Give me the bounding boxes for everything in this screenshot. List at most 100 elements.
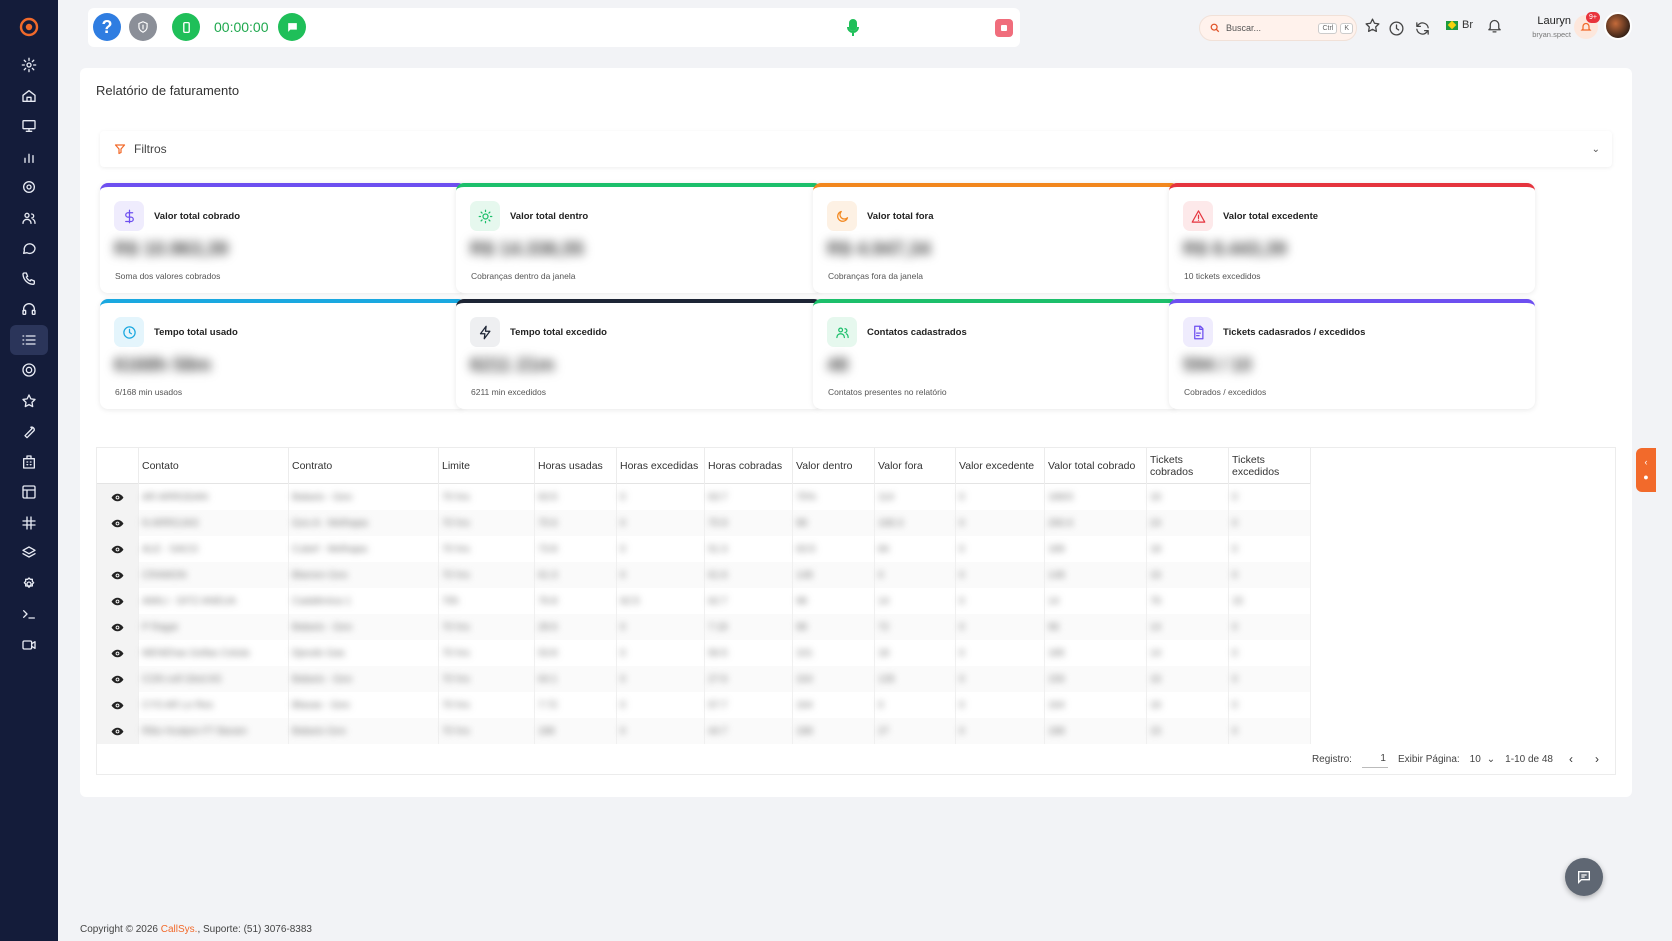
- star-icon[interactable]: [1363, 16, 1381, 34]
- building-icon[interactable]: [10, 447, 48, 477]
- stat-label: Valor total excedente: [1223, 211, 1319, 222]
- team-icon[interactable]: [10, 203, 48, 233]
- per-page-select[interactable]: 10 ⌄: [1470, 754, 1496, 765]
- layout-icon[interactable]: [10, 477, 48, 507]
- view-row-button[interactable]: [97, 484, 139, 510]
- shortcut-k: K: [1340, 22, 1353, 34]
- refresh-icon[interactable]: [1413, 19, 1431, 37]
- view-row-button[interactable]: [97, 562, 139, 588]
- view-row-button[interactable]: [97, 692, 139, 718]
- chat-button[interactable]: [278, 13, 306, 41]
- column-header[interactable]: Valor dentro: [793, 448, 875, 484]
- view-row-button[interactable]: [97, 614, 139, 640]
- column-header[interactable]: Contato: [139, 448, 289, 484]
- side-panel-toggle[interactable]: ‹ ●: [1636, 448, 1656, 492]
- cog-icon[interactable]: [10, 355, 48, 385]
- hash-icon[interactable]: [10, 508, 48, 538]
- table-cell: 0: [875, 562, 956, 588]
- table-cell: Balaxis - Geo: [289, 666, 439, 692]
- microphone-icon[interactable]: [844, 18, 862, 38]
- terminal-icon[interactable]: [10, 599, 48, 629]
- layers-icon[interactable]: [10, 538, 48, 568]
- shield-button[interactable]: [129, 13, 157, 41]
- table-cell: Balaxis - Geo: [289, 484, 439, 510]
- star-icon[interactable]: [10, 386, 48, 416]
- view-row-button[interactable]: [97, 640, 139, 666]
- video-icon[interactable]: [10, 630, 48, 660]
- view-row-button[interactable]: [97, 666, 139, 692]
- table-cell: 7:72: [535, 692, 617, 718]
- table-cell: 0: [956, 666, 1045, 692]
- column-header-actions: [97, 448, 139, 484]
- table-cell: Cadafenica 1: [289, 588, 439, 614]
- stat-value: R$ 8.443,39: [1183, 239, 1287, 260]
- help-button[interactable]: ?: [93, 13, 121, 41]
- table-cell: 70 hrs: [439, 640, 535, 666]
- prev-page-button[interactable]: ‹: [1563, 751, 1579, 767]
- stat-subtitle: 10 tickets excedidos: [1184, 271, 1261, 281]
- table-cell: N ARROJAS: [139, 510, 289, 536]
- column-header[interactable]: Horas excedidas: [617, 448, 705, 484]
- table-cell: 64:1: [535, 666, 617, 692]
- next-page-button[interactable]: ›: [1589, 751, 1605, 767]
- column-header[interactable]: Contrato: [289, 448, 439, 484]
- table-row: AR ARRODAN Balaxis - Geo 70 hrs 63:5 0 63:7 75…: [97, 484, 1311, 510]
- table-cell: 16: [1147, 562, 1229, 588]
- phone-icon[interactable]: [10, 264, 48, 294]
- column-header[interactable]: Horas usadas: [535, 448, 617, 484]
- column-header[interactable]: Tickets excedidos: [1229, 448, 1311, 484]
- column-header[interactable]: Horas cobradas: [705, 448, 793, 484]
- table-cell: Djeodo Gas: [289, 640, 439, 666]
- search-box[interactable]: Buscar... Ctrl K: [1199, 15, 1357, 41]
- view-row-button[interactable]: [97, 588, 139, 614]
- search-input[interactable]: Buscar...: [1226, 23, 1318, 33]
- table-cell: Blaxas - Geo: [289, 692, 439, 718]
- list-icon[interactable]: [10, 324, 48, 355]
- table-cell: 57:7: [705, 692, 793, 718]
- view-row-button[interactable]: [97, 536, 139, 562]
- language-selector[interactable]: Br: [1446, 19, 1473, 31]
- column-header[interactable]: Valor excedente: [956, 448, 1045, 484]
- registro-input[interactable]: 1: [1361, 750, 1388, 768]
- gear-icon[interactable]: [10, 172, 48, 202]
- settings-icon[interactable]: [10, 50, 48, 80]
- monitor-icon[interactable]: [10, 111, 48, 141]
- message-icon[interactable]: [10, 233, 48, 263]
- chevron-down-icon[interactable]: ⌄: [1592, 144, 1600, 155]
- logo-icon[interactable]: [15, 13, 43, 41]
- table-cell: 70 hrs: [439, 666, 535, 692]
- filter-icon: [114, 144, 126, 155]
- record-button[interactable]: [995, 19, 1013, 37]
- history-icon[interactable]: [1387, 19, 1405, 37]
- table-cell: 0: [617, 718, 705, 744]
- table-cell: 14: [1147, 640, 1229, 666]
- table-row: MENEhas Gellas Celula Djeodo Gas 70 hrs 53:…: [97, 640, 1311, 666]
- bell-icon[interactable]: [1485, 16, 1503, 34]
- table-cell: 56:5: [705, 640, 793, 666]
- filters-panel[interactable]: Filtros ⌄: [100, 131, 1612, 167]
- wrench-icon[interactable]: [10, 416, 48, 446]
- table-cell: 148: [793, 562, 875, 588]
- table-cell: Balaxis - Geo: [289, 614, 439, 640]
- table-header: Contato Contrato Limite Horas usadas Horas e…: [97, 448, 1311, 484]
- phone-status-button[interactable]: [172, 13, 200, 41]
- column-header[interactable]: Tickets cobrados: [1147, 448, 1229, 484]
- avatar[interactable]: [1604, 12, 1632, 40]
- settings2-icon[interactable]: [10, 569, 48, 599]
- table-cell: 70 hrs: [439, 718, 535, 744]
- headset-icon[interactable]: [10, 294, 48, 324]
- table-cell: 0: [617, 536, 705, 562]
- column-header[interactable]: Valor total cobrado: [1045, 448, 1147, 484]
- home-icon[interactable]: [10, 81, 48, 111]
- column-header[interactable]: Valor fora: [875, 448, 956, 484]
- table-cell: 266.6: [1045, 510, 1147, 536]
- chart-icon[interactable]: [10, 142, 48, 172]
- table-cell: 0: [956, 510, 1045, 536]
- brand-link[interactable]: CallSys.: [161, 924, 198, 935]
- column-header[interactable]: Limite: [439, 448, 535, 484]
- table-cell: 98: [793, 510, 875, 536]
- floating-chat-button[interactable]: [1565, 858, 1603, 896]
- view-row-button[interactable]: [97, 510, 139, 536]
- eye-icon: [111, 675, 124, 683]
- view-row-button[interactable]: [97, 718, 139, 744]
